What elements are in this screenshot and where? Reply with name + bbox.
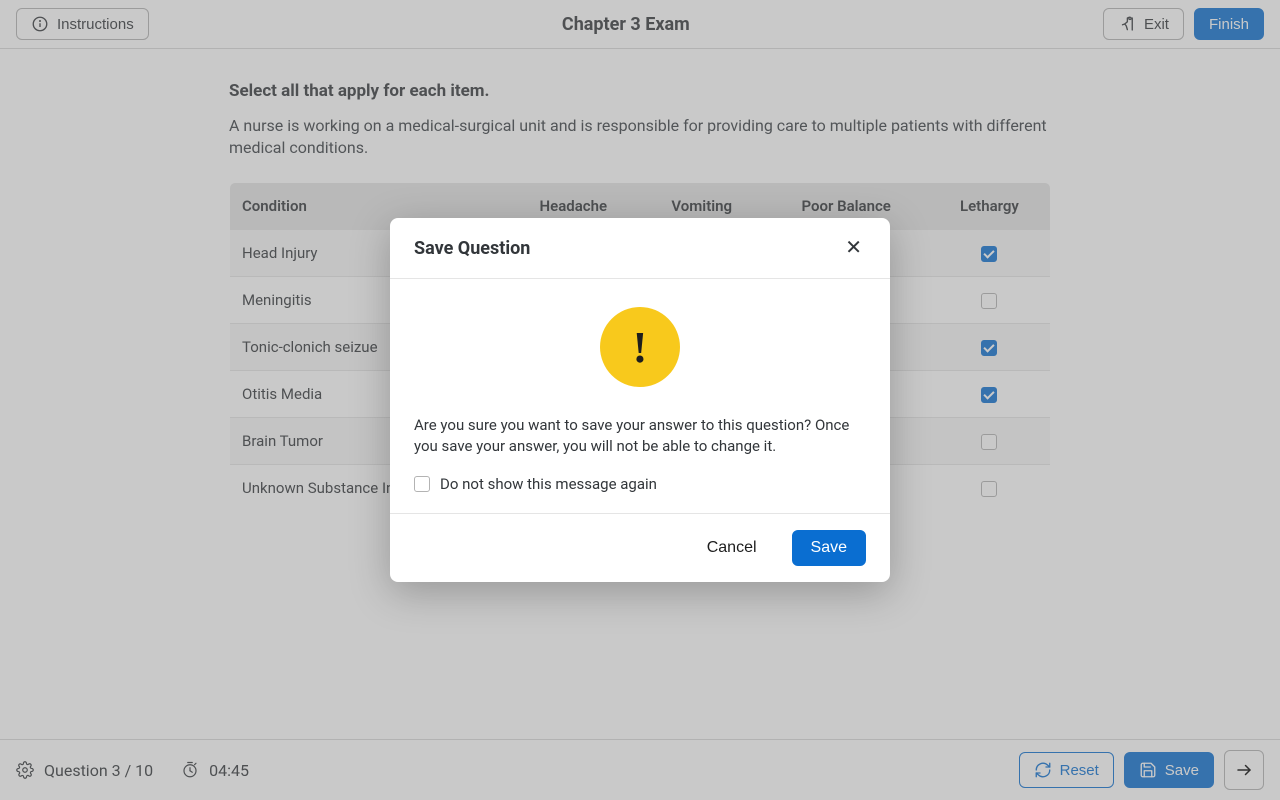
modal-cancel-button[interactable]: Cancel — [688, 530, 776, 566]
modal-save-button[interactable]: Save — [792, 530, 866, 566]
modal-close-button[interactable]: ✕ — [841, 234, 866, 262]
modal-cancel-label: Cancel — [707, 539, 757, 557]
dont-show-label: Do not show this message again — [440, 475, 657, 493]
warning-icon: ! — [600, 307, 680, 387]
dont-show-again-checkbox[interactable]: Do not show this message again — [414, 475, 866, 493]
checkbox-icon — [414, 476, 430, 492]
save-modal: Save Question ✕ ! Are you sure you want … — [390, 218, 890, 582]
modal-title: Save Question — [414, 238, 530, 259]
modal-body-text: Are you sure you want to save your answe… — [414, 415, 866, 457]
close-icon: ✕ — [845, 237, 862, 259]
modal-save-label: Save — [811, 539, 847, 557]
modal-overlay[interactable]: Save Question ✕ ! Are you sure you want … — [0, 0, 1280, 800]
